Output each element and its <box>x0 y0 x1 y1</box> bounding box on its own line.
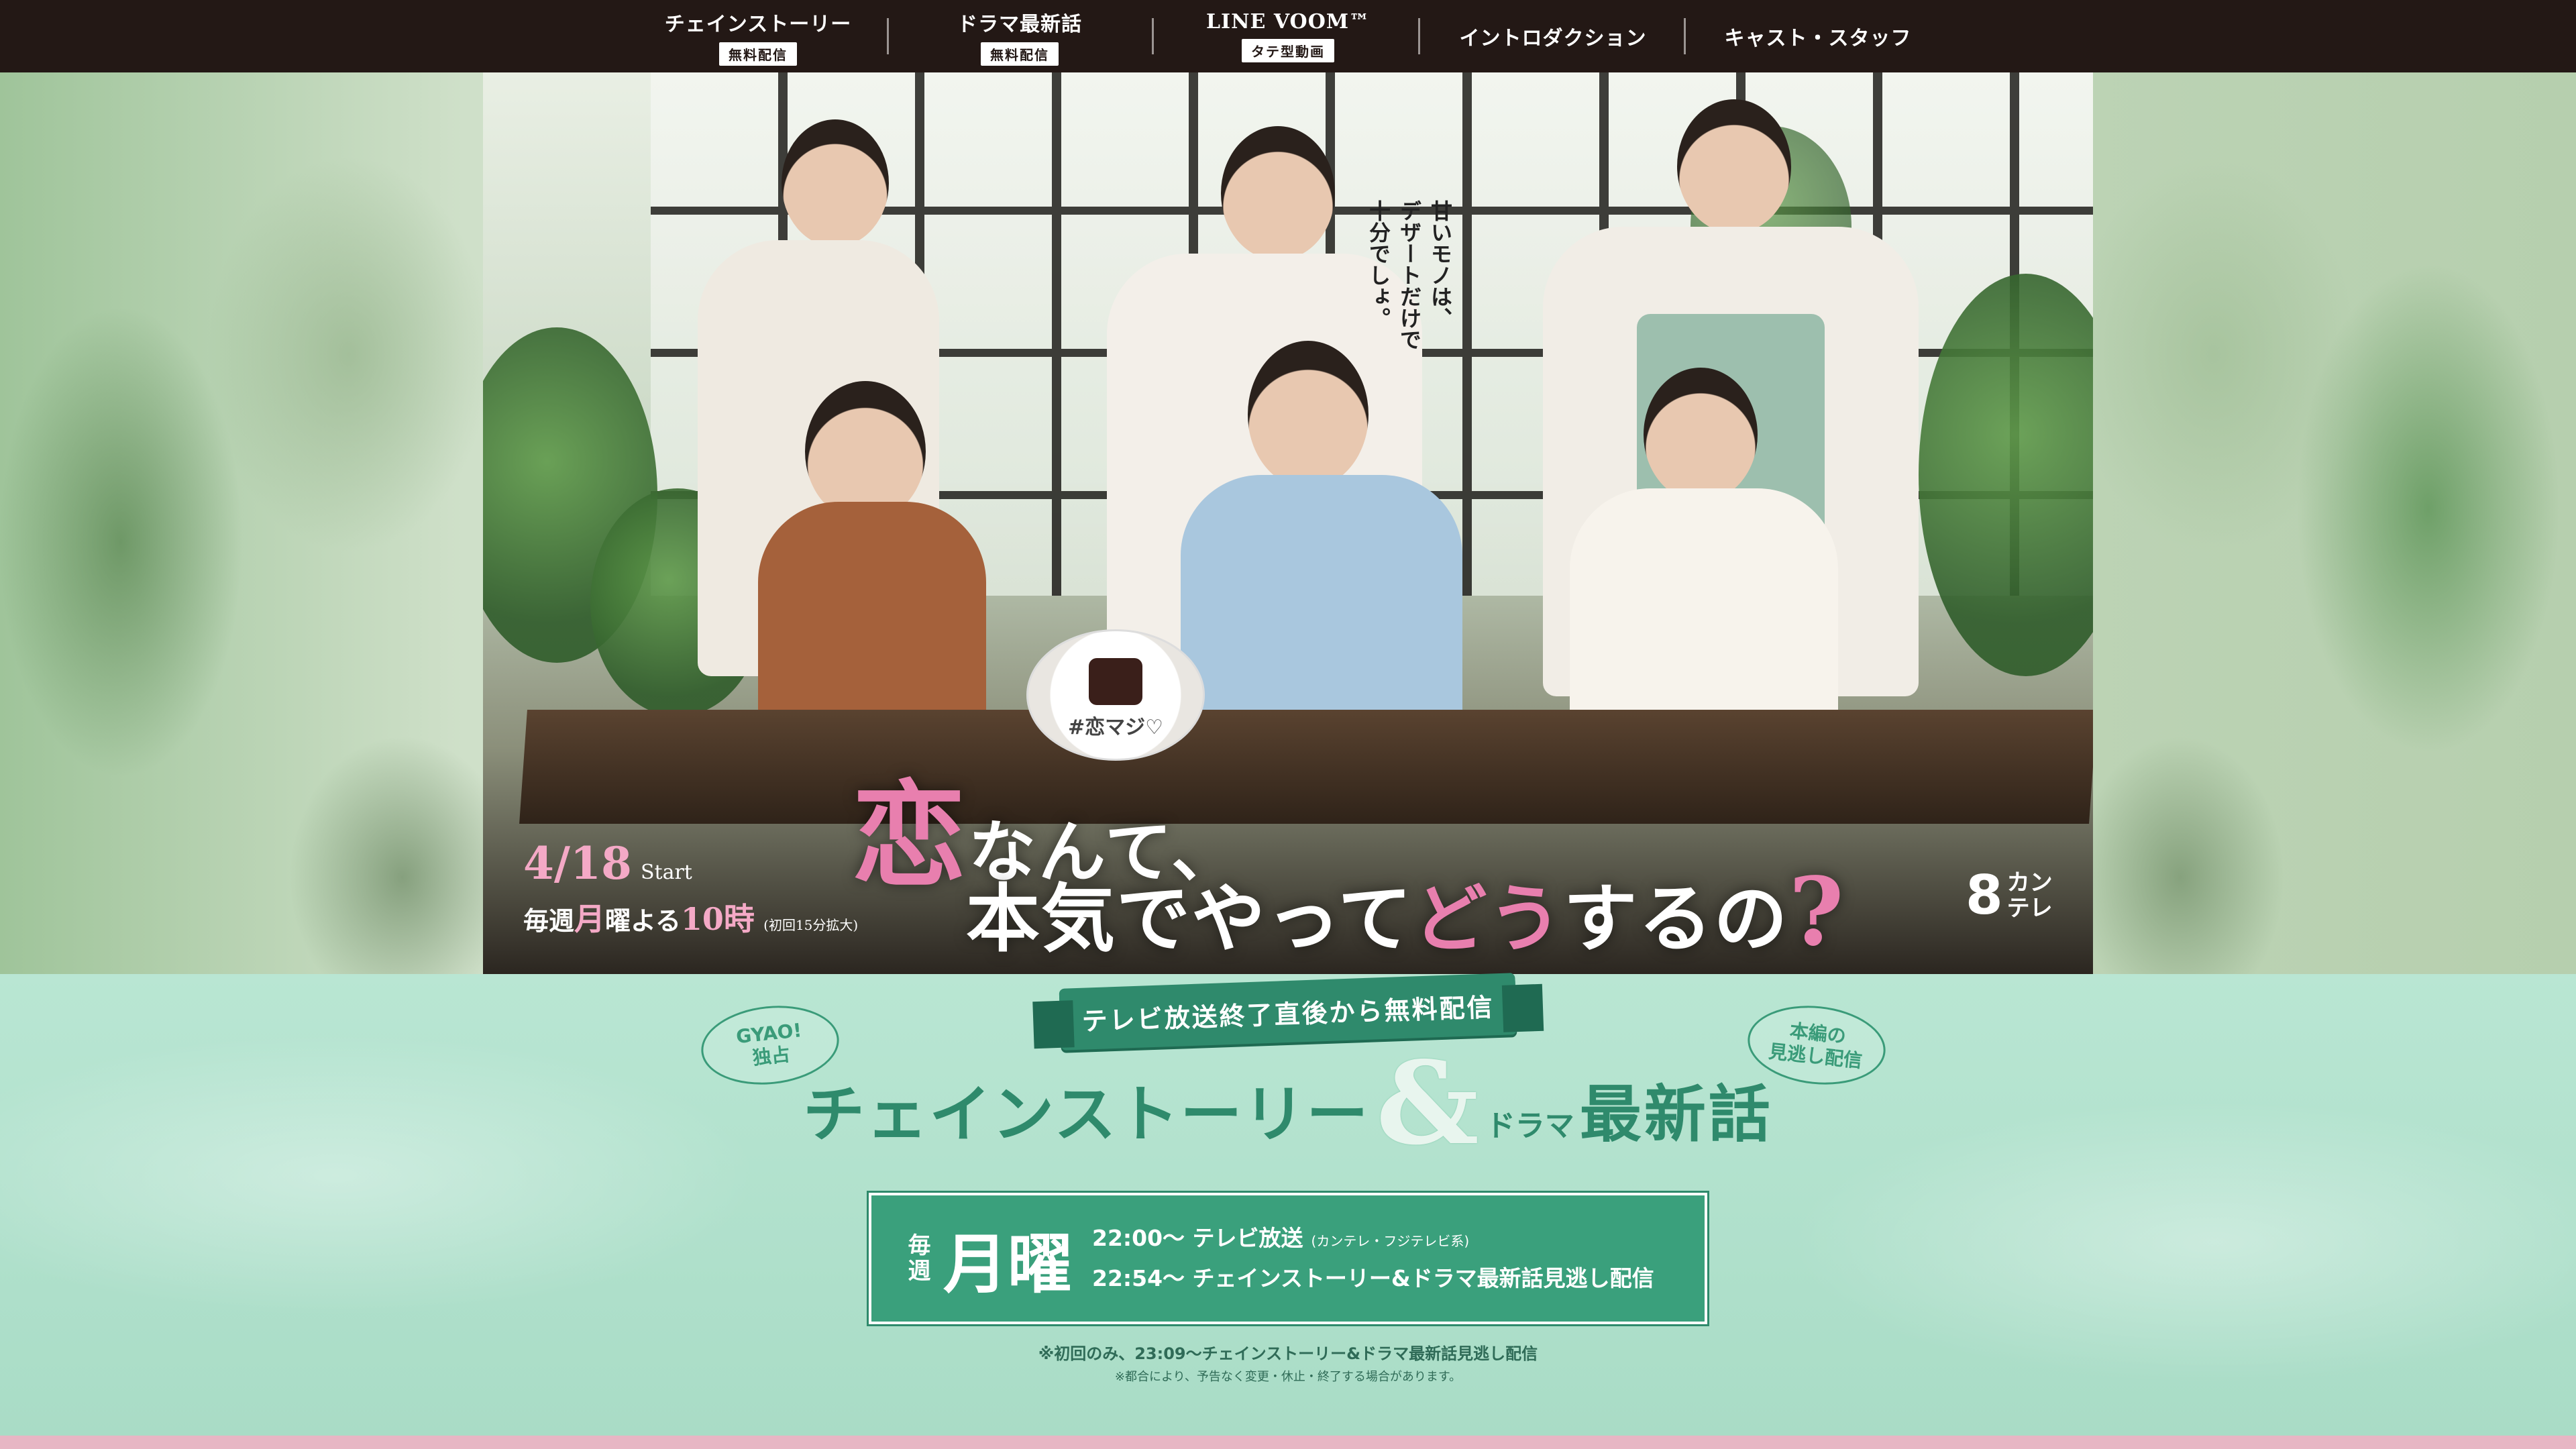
nav-divider <box>1152 18 1154 54</box>
wooden-table <box>519 710 2093 824</box>
title-question-mark: ? <box>1788 857 1845 967</box>
airtime-prefix: 毎週 <box>523 906 575 936</box>
nav-label: イントロダクション <box>1459 27 1647 50</box>
badge-line: GYAO! <box>735 1019 803 1049</box>
plate-hashtag: #恋マジ♡ <box>1067 716 1164 739</box>
cake-icon <box>1089 658 1142 705</box>
airtime-day: 月 <box>574 901 606 937</box>
nav-badge: 無料配信 <box>719 42 797 66</box>
top-navigation: チェインストーリー 無料配信 ドラマ最新話 無料配信 LINE VOOM™ タテ… <box>0 0 2576 72</box>
logo-text-bottom: テレ <box>2006 894 2053 922</box>
nav-item-drama-latest[interactable]: ドラマ最新話 無料配信 <box>919 0 1120 72</box>
premiere-start-label: Start <box>640 861 692 884</box>
heading-ampersand: & <box>1376 1036 1479 1171</box>
nav-divider <box>1418 18 1420 54</box>
heading-drama: ドラマ <box>1485 1109 1574 1143</box>
airtime-time: 10時 <box>680 901 755 937</box>
schedule-network-note: (カンテレ・フジテレビ系) <box>1311 1233 1470 1249</box>
catchphrase: 甘いモノは、 デザートだけで 十分でしょ。 <box>1366 200 1453 350</box>
logo-text-top: カン <box>2006 869 2053 896</box>
nav-item-chain-story[interactable]: チェインストーリー 無料配信 <box>657 0 859 72</box>
first-episode-notice: ※初回のみ、23:09〜チェインストーリー&ドラマ最新話見逃し配信 <box>1038 1344 1538 1363</box>
premiere-date: 4/18 <box>523 837 632 890</box>
airtime-note: (初回15分拡大) <box>763 917 859 933</box>
hero-key-visual: #恋マジ♡ 甘いモノは、 デザートだけで 十分でしょ。 4/18 Start 毎… <box>483 72 2093 974</box>
logo-text: カン テレ <box>2007 870 2053 921</box>
nav-divider <box>1684 18 1686 54</box>
nav-label: キャスト・スタッフ <box>1724 27 1912 50</box>
schedule-line: 22:54〜 チェインストーリー&ドラマ最新話見逃し配信 <box>1092 1265 1654 1291</box>
schedule-tv-broadcast: 22:00〜 テレビ放送 <box>1092 1225 1303 1251</box>
dessert-plate: #恋マジ♡ <box>1026 629 1205 761</box>
nav-label: ドラマ最新話 <box>957 12 1082 36</box>
schedule-lines: 22:00〜 テレビ放送 (カンテレ・フジテレビ系) 22:54〜 チェインストー… <box>1092 1220 1654 1297</box>
nav-label: LINE VOOM™ <box>1205 10 1371 34</box>
nav-badge: 無料配信 <box>981 42 1059 66</box>
airtime-mid: 曜よる <box>605 906 681 936</box>
logo-number: 8 <box>1966 864 2003 926</box>
show-title-line2: 本気でやってどうするの? <box>966 857 1845 967</box>
heading-chain-story: チェインストーリー <box>803 1078 1370 1150</box>
disclaimer-notice: ※都合により、予告なく変更・休止・終了する場合があります。 <box>1114 1370 1462 1384</box>
airtime: 毎週月曜よる10時 (初回15分拡大) <box>523 895 858 939</box>
schedule-box: 毎週 月曜 22:00〜 テレビ放送 (カンテレ・フジテレビ系) 22:54〜 チ… <box>867 1191 1709 1326</box>
title-koi: 恋 <box>852 769 969 903</box>
nav-badge: タテ型動画 <box>1242 39 1334 62</box>
broadcast-info: 4/18 Start 毎週月曜よる10時 (初回15分拡大) <box>523 837 858 939</box>
schedule-every: 毎週 <box>904 1233 930 1284</box>
nav-divider <box>887 18 889 54</box>
footer-strip <box>0 1436 2576 1449</box>
nav-item-cast-staff[interactable]: キャスト・スタッフ <box>1717 0 1919 72</box>
title-part: どう <box>1413 875 1564 962</box>
title-part: するの <box>1563 875 1789 962</box>
nav-item-line-voom[interactable]: LINE VOOM™ タテ型動画 <box>1187 0 1389 72</box>
nav-label: チェインストーリー <box>664 12 852 36</box>
heading-latest-episode: 最新話 <box>1579 1078 1773 1150</box>
schedule-day: 月曜 <box>943 1226 1072 1302</box>
ktv-logo: 8 カン テレ <box>1966 864 2053 926</box>
nav-item-introduction[interactable]: イントロダクション <box>1449 0 1657 72</box>
title-part: 本気でやって <box>966 875 1413 962</box>
promo-heading: チェインストーリー & ドラマ 最新話 <box>751 1036 1825 1171</box>
schedule-line: 22:00〜 テレビ放送 (カンテレ・フジテレビ系) <box>1092 1220 1654 1260</box>
